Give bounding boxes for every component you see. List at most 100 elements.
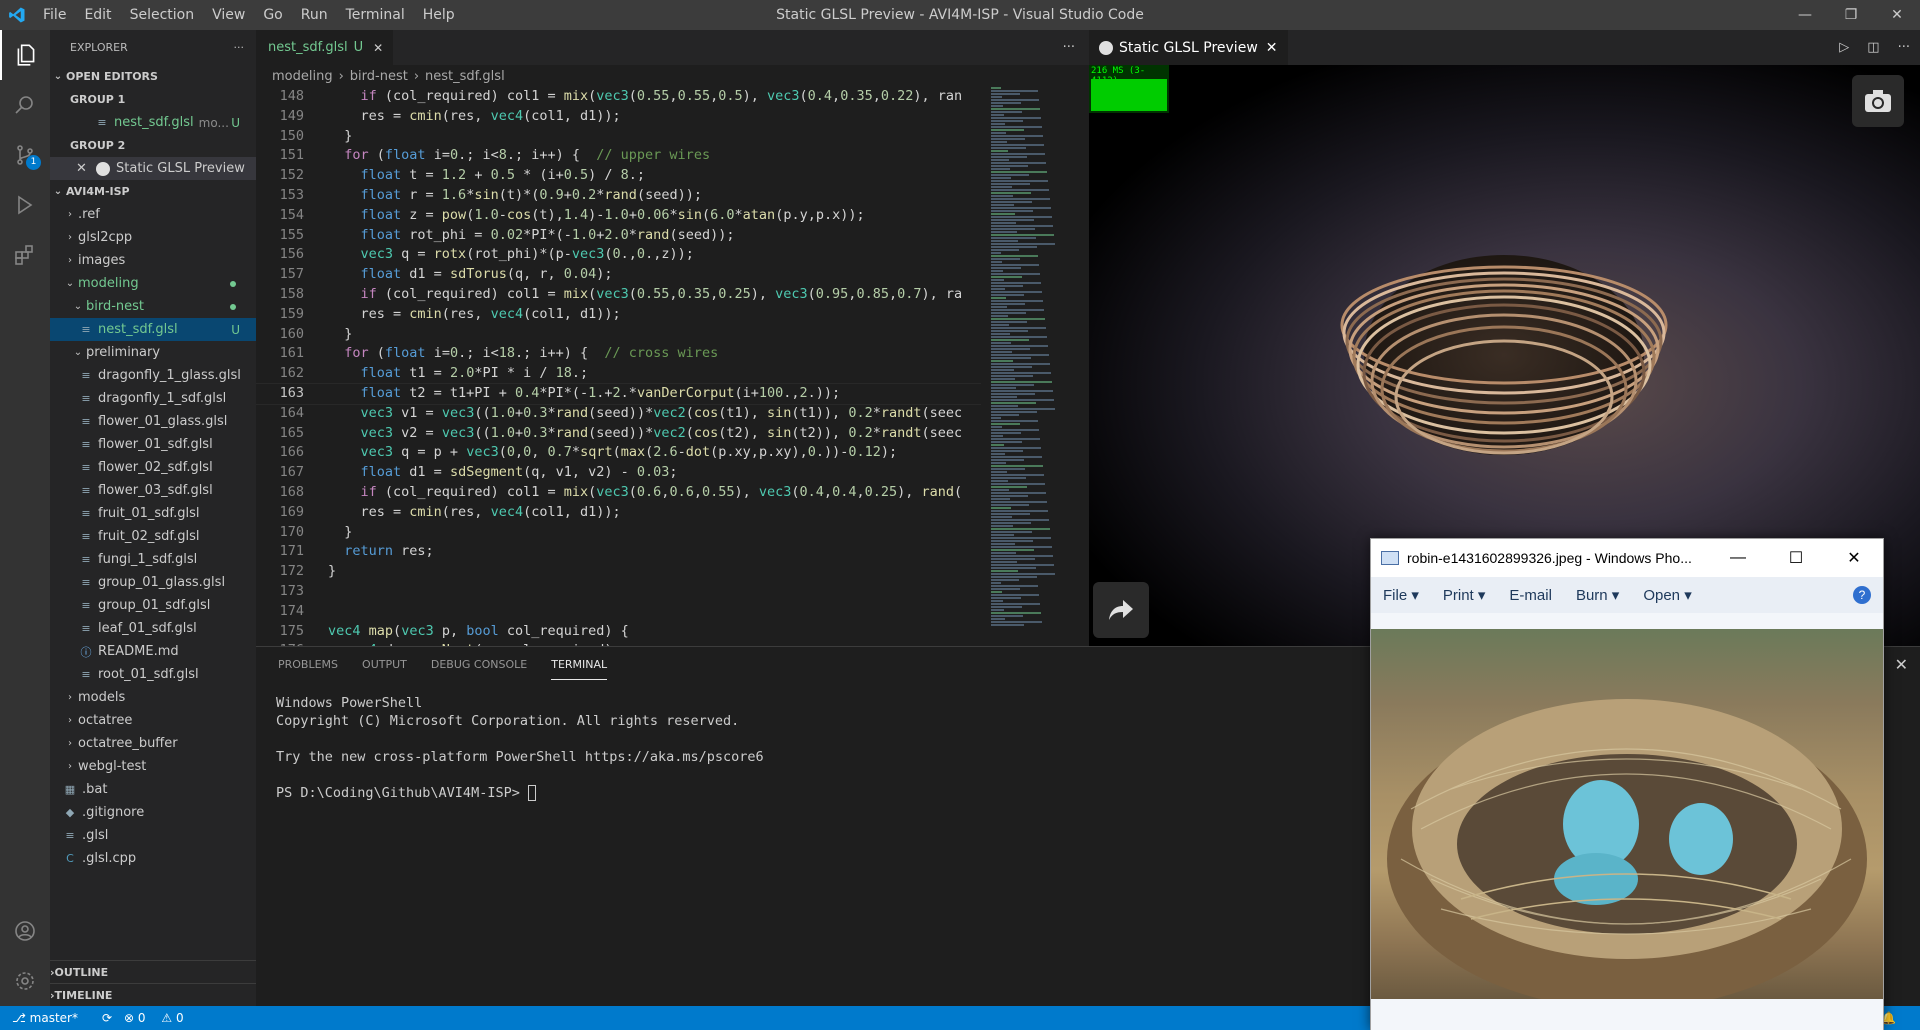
minimap-line xyxy=(991,87,1001,89)
tree-item-octatree[interactable]: › octatree xyxy=(50,709,256,732)
minimap-line xyxy=(991,189,1049,191)
menu-help[interactable]: Help xyxy=(414,0,464,30)
branch-name: master* xyxy=(29,1011,78,1025)
menu-go[interactable]: Go xyxy=(254,0,291,30)
run-icon[interactable]: ▷ xyxy=(1839,30,1849,65)
minimize-button[interactable]: — xyxy=(1709,539,1767,577)
tree-item-glsl2cpp[interactable]: › glsl2cpp xyxy=(50,226,256,249)
minimize-button[interactable]: — xyxy=(1782,0,1828,30)
tree-item-octatree-buffer[interactable]: › octatree_buffer xyxy=(50,732,256,755)
menu-view[interactable]: View xyxy=(203,0,254,30)
panel-tab-terminal[interactable]: TERMINAL xyxy=(551,650,608,680)
tree-item-group-01-glass-glsl[interactable]: ≡ group_01_glass.glsl xyxy=(50,571,256,594)
outline-section[interactable]: › OUTLINE xyxy=(50,960,256,983)
tree-item-flower-02-sdf-glsl[interactable]: ≡ flower_02_sdf.glsl xyxy=(50,456,256,479)
tree-item-ref[interactable]: › .ref xyxy=(50,203,256,226)
timeline-section[interactable]: › TIMELINE xyxy=(50,983,256,1006)
minimap[interactable] xyxy=(981,87,1089,646)
menu-terminal[interactable]: Terminal xyxy=(337,0,414,30)
tree-item-webgl-test[interactable]: › webgl-test xyxy=(50,755,256,778)
help-icon[interactable]: ? xyxy=(1853,586,1871,604)
tree-item-glsl[interactable]: ≡ .glsl xyxy=(50,824,256,847)
code-area[interactable]: 148 if (col_required) col1 = mix(vec3(0.… xyxy=(256,87,981,646)
run-debug-icon[interactable] xyxy=(0,180,50,230)
panel-tab-debug-console[interactable]: DEBUG CONSOLE xyxy=(431,650,527,679)
extensions-icon[interactable] xyxy=(0,230,50,280)
close-tab-icon[interactable]: ✕ xyxy=(373,41,383,55)
tree-item-dragonfly-1-sdf-glsl[interactable]: ≡ dragonfly_1_sdf.glsl xyxy=(50,387,256,410)
settings-gear-icon[interactable] xyxy=(0,956,50,1006)
tree-item-fungi-1-sdf-glsl[interactable]: ≡ fungi_1_sdf.glsl xyxy=(50,548,256,571)
tree-item-gitignore[interactable]: ◆ .gitignore xyxy=(50,801,256,824)
panel-tab-output[interactable]: OUTPUT xyxy=(362,650,407,679)
breadcrumb-item[interactable]: nest_sdf.glsl xyxy=(425,69,505,84)
group-2-label[interactable]: GROUP 2 xyxy=(50,134,256,157)
project-section[interactable]: ⌄ AVI4M-ISP xyxy=(50,180,256,203)
close-window-button[interactable]: ✕ xyxy=(1825,539,1883,577)
problems-status[interactable]: ⊗ 0 ⚠ 0 xyxy=(124,1011,196,1025)
tree-item-readme-md[interactable]: ⓘ README.md xyxy=(50,640,256,663)
explorer-icon[interactable] xyxy=(0,30,50,80)
tree-item-flower-01-glass-glsl[interactable]: ≡ flower_01_glass.glsl xyxy=(50,410,256,433)
tree-item-preliminary[interactable]: ⌄ preliminary xyxy=(50,341,256,364)
tree-item-root-01-sdf-glsl[interactable]: ≡ root_01_sdf.glsl xyxy=(50,663,256,686)
group-1-label[interactable]: GROUP 1 xyxy=(50,88,256,111)
breadcrumb-item[interactable]: modeling xyxy=(272,69,333,84)
robin-nest-photo[interactable] xyxy=(1371,629,1883,999)
project-name: AVI4M-ISP xyxy=(66,185,130,198)
breadcrumb-item[interactable]: bird-nest xyxy=(350,69,408,84)
tree-item-group-01-sdf-glsl[interactable]: ≡ group_01_sdf.glsl xyxy=(50,594,256,617)
panel-tab-problems[interactable]: PROBLEMS xyxy=(278,650,338,679)
split-editor-icon[interactable]: ◫ xyxy=(1867,30,1879,65)
tree-item-leaf-01-sdf-glsl[interactable]: ≡ leaf_01_sdf.glsl xyxy=(50,617,256,640)
tree-item-bird-nest[interactable]: ⌄ bird-nest xyxy=(50,295,256,318)
open-editors-section[interactable]: ⌄ OPEN EDITORS xyxy=(50,65,256,88)
close-panel-icon[interactable]: ✕ xyxy=(1895,655,1908,674)
tree-item-models[interactable]: › models xyxy=(50,686,256,709)
open-editor-nest-sdf[interactable]: ≡ nest_sdf.glsl mo... U xyxy=(50,111,256,134)
tree-item-glsl-cpp[interactable]: C .glsl.cpp xyxy=(50,847,256,870)
chevron-down-icon: ⌄ xyxy=(73,301,83,312)
close-window-button[interactable]: ✕ xyxy=(1874,0,1920,30)
maximize-button[interactable]: ☐ xyxy=(1767,539,1825,577)
photo-menu-burn[interactable]: Burn ▾ xyxy=(1576,586,1619,604)
photo-menu-print[interactable]: Print ▾ xyxy=(1443,586,1486,604)
close-editor-icon[interactable]: ✕ xyxy=(76,161,90,176)
minimap-line xyxy=(991,369,1014,371)
search-icon[interactable] xyxy=(0,80,50,130)
tab-glsl-preview[interactable]: Static GLSL Preview ✕ xyxy=(1089,30,1288,65)
photo-menu-email[interactable]: E-mail xyxy=(1509,587,1552,604)
branch-status[interactable]: ⎇ master* xyxy=(12,1011,90,1025)
tree-item-label: root_01_sdf.glsl xyxy=(98,667,199,682)
tree-item-images[interactable]: › images xyxy=(50,249,256,272)
open-editor-glsl-preview[interactable]: ✕ Static GLSL Preview xyxy=(50,157,256,180)
tree-item-flower-01-sdf-glsl[interactable]: ≡ flower_01_sdf.glsl xyxy=(50,433,256,456)
more-actions-icon[interactable]: ··· xyxy=(234,41,245,54)
menu-run[interactable]: Run xyxy=(292,0,337,30)
close-tab-icon[interactable]: ✕ xyxy=(1266,40,1278,56)
open-editor-path: mo... xyxy=(198,115,229,130)
tab-nest-sdf[interactable]: nest_sdf.glsl U ✕ xyxy=(256,30,394,65)
sync-icon[interactable]: ⟳ xyxy=(102,1011,112,1025)
menu-selection[interactable]: Selection xyxy=(121,0,204,30)
photo-menu-file[interactable]: File ▾ xyxy=(1383,586,1419,604)
photo-area xyxy=(1371,613,1883,1030)
minimap-line xyxy=(991,264,1039,266)
tree-item-fruit-02-sdf-glsl[interactable]: ≡ fruit_02_sdf.glsl xyxy=(50,525,256,548)
menu-file[interactable]: File xyxy=(34,0,75,30)
editor-more-icon[interactable]: ··· xyxy=(1063,30,1075,65)
tree-item-nest-sdf-glsl[interactable]: ≡ nest_sdf.glsl U xyxy=(50,318,256,341)
share-arrow-icon[interactable] xyxy=(1093,582,1149,638)
menu-edit[interactable]: Edit xyxy=(75,0,120,30)
camera-icon[interactable] xyxy=(1852,75,1904,127)
more-actions-icon[interactable]: ··· xyxy=(1898,30,1910,65)
tree-item-fruit-01-sdf-glsl[interactable]: ≡ fruit_01_sdf.glsl xyxy=(50,502,256,525)
source-control-icon[interactable]: 1 xyxy=(0,130,50,180)
tree-item-modeling[interactable]: ⌄ modeling xyxy=(50,272,256,295)
tree-item-dragonfly-1-glass-glsl[interactable]: ≡ dragonfly_1_glass.glsl xyxy=(50,364,256,387)
tree-item-flower-03-sdf-glsl[interactable]: ≡ flower_03_sdf.glsl xyxy=(50,479,256,502)
photo-menu-open[interactable]: Open ▾ xyxy=(1643,586,1691,604)
accounts-icon[interactable] xyxy=(0,906,50,956)
tree-item-bat[interactable]: ▦ .bat xyxy=(50,778,256,801)
restore-button[interactable]: ❐ xyxy=(1828,0,1874,30)
